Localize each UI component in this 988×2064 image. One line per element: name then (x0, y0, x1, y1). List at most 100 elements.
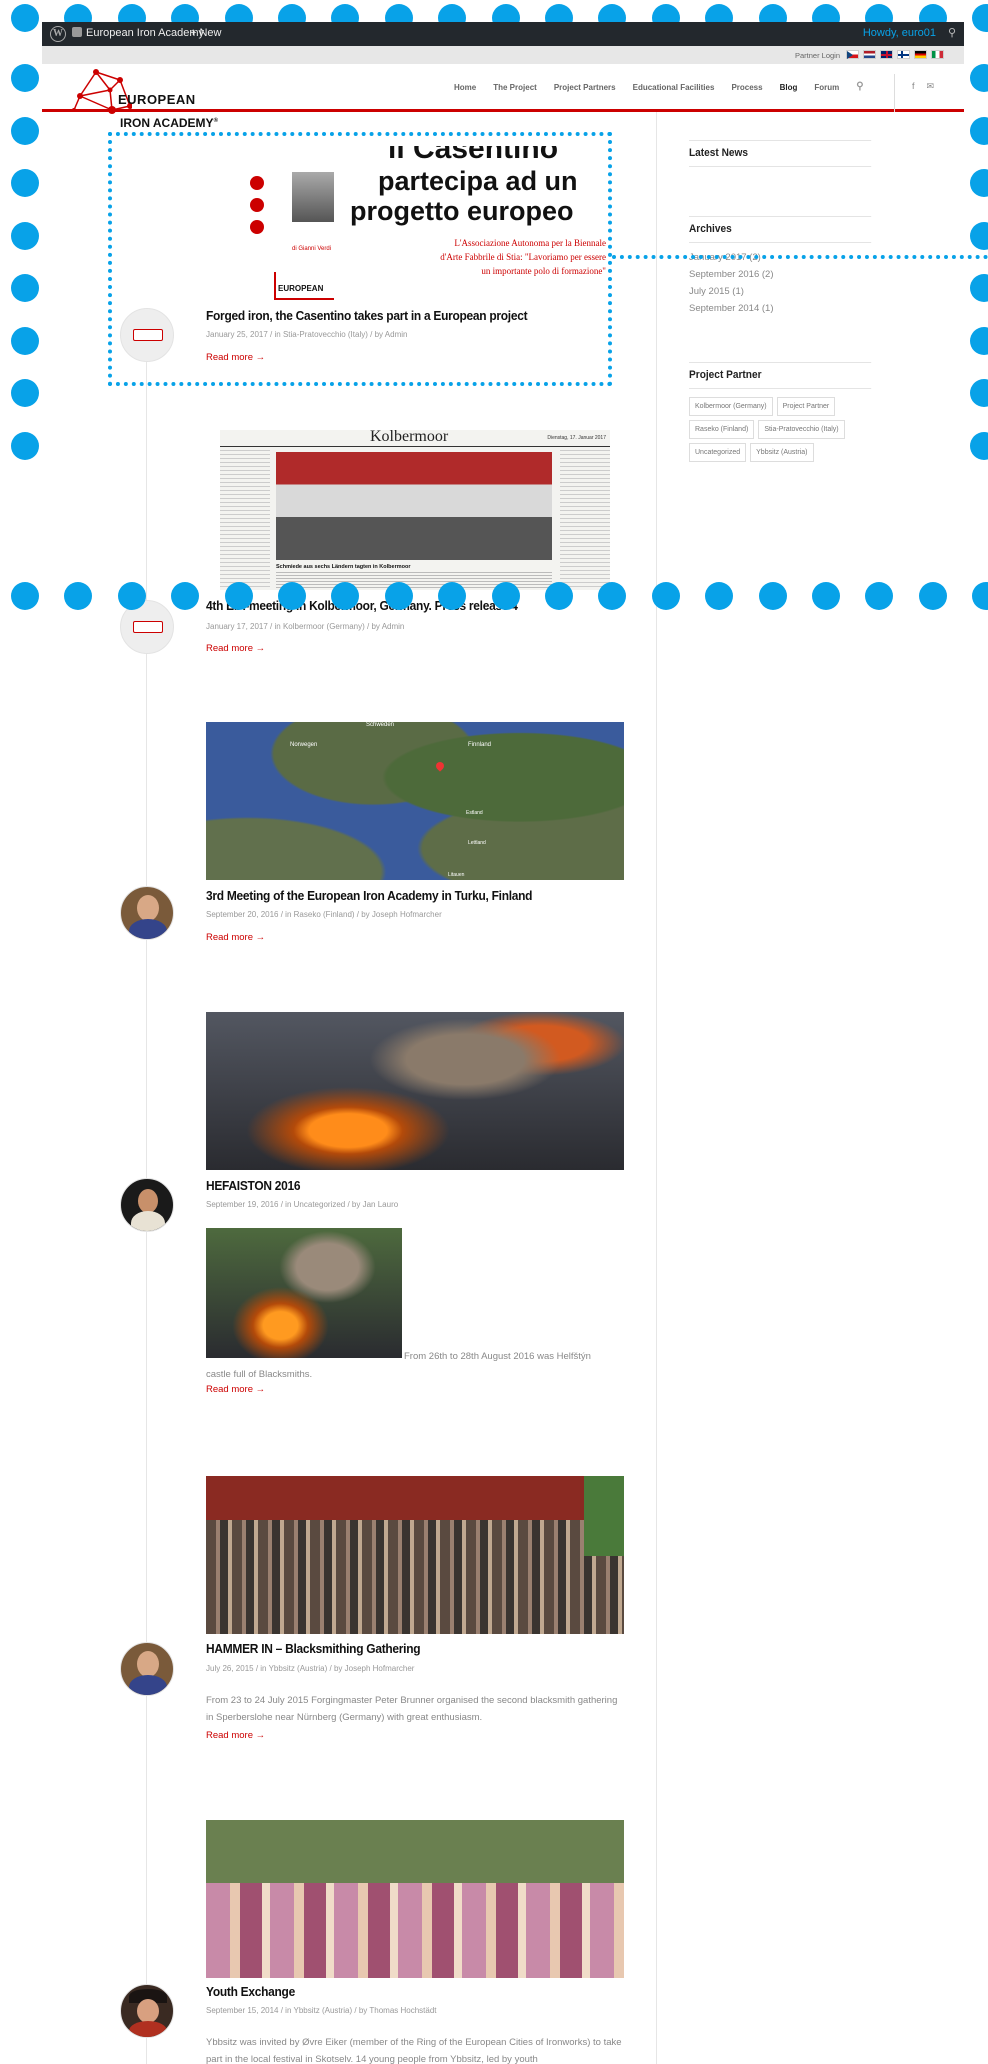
read-more-link[interactable]: Read more → (206, 1384, 265, 1395)
author-avatar[interactable] (120, 1642, 174, 1696)
read-more-link[interactable]: Read more → (206, 1730, 265, 1741)
post-title[interactable]: 3rd Meeting of the European Iron Academy… (206, 888, 602, 903)
overlay-dot (438, 582, 467, 610)
post-author-link[interactable]: Joseph Hofmarcher (345, 1664, 415, 1673)
overlay-dot (11, 116, 39, 145)
flag-gb-icon[interactable] (880, 50, 893, 59)
post-excerpt: From 26th to 28th August 2016 was Helfšt… (404, 1351, 591, 1362)
flag-it-icon[interactable] (931, 50, 944, 59)
search-icon[interactable]: ⚲ (856, 81, 863, 92)
read-more-link[interactable]: Read more → (206, 932, 265, 943)
post-category-link[interactable]: Kolbermoor (Germany) (283, 622, 365, 631)
post-image[interactable] (206, 1476, 624, 1634)
overlay-dot (11, 582, 39, 610)
post-title[interactable]: HAMMER IN – Blacksmithing Gathering (206, 1641, 602, 1656)
wordpress-icon[interactable]: W (50, 26, 66, 42)
nav-forum[interactable]: Forum (814, 83, 839, 92)
nav-the-project[interactable]: The Project (493, 83, 537, 92)
post-category-link[interactable]: Raseko (Finland) (294, 910, 355, 919)
post-author-link[interactable]: Joseph Hofmarcher (372, 910, 442, 919)
author-avatar[interactable] (120, 1984, 174, 2038)
post-category-link[interactable]: Ybbsitz (Austria) (293, 2006, 352, 2015)
post-author-link[interactable]: Thomas Hochstädt (369, 2006, 436, 2015)
youth-group-photo (206, 1820, 624, 1978)
group-photo (206, 1476, 624, 1634)
author-avatar[interactable] (120, 1178, 174, 1232)
post-image[interactable]: Schweden Norwegen Finnland Estland Lettl… (206, 722, 624, 880)
nav-educational-facilities[interactable]: Educational Facilities (633, 83, 715, 92)
post-category-link[interactable]: Ybbsitz (Austria) (269, 1664, 328, 1673)
overlay-dot (705, 582, 734, 610)
tag-link[interactable]: Raseko (Finland) (689, 420, 755, 439)
selection-line (612, 255, 988, 259)
admin-new-link[interactable]: + New (190, 27, 222, 39)
post-excerpt: castle full of Blacksmiths. (206, 1369, 313, 1380)
author-avatar[interactable] (120, 886, 174, 940)
post-meta: January 17, 2017 / in Kolbermoor (German… (206, 622, 405, 631)
archive-link[interactable]: September 2016 (2) (689, 266, 887, 283)
post-author-link[interactable]: Jan Lauro (363, 1200, 399, 1209)
post-author-link[interactable]: Admin (382, 622, 405, 631)
overlay-dot (171, 582, 200, 610)
overlay-dot (970, 379, 988, 407)
logo-line1: EUROPEAN (118, 92, 196, 107)
admin-site-link[interactable]: European Iron Academy (72, 27, 204, 39)
dot-overlay-right (958, 40, 988, 600)
site-logo[interactable]: EUROPEAN IRON ACADEMY® (72, 66, 222, 130)
overlay-dot (970, 431, 988, 460)
overlay-dot (11, 169, 39, 197)
flag-fi-icon[interactable] (897, 50, 910, 59)
dot-overlay-bottom (0, 578, 988, 612)
tag-link[interactable]: Kolbermoor (Germany) (689, 397, 773, 416)
overlay-dot (545, 582, 573, 610)
read-more-link[interactable]: Read more → (206, 643, 265, 654)
overlay-dot (11, 221, 39, 250)
post-excerpt: Ybbsitz was invited by Øvre Eiker (membe… (206, 2037, 622, 2064)
overlay-dot (758, 582, 787, 610)
main-nav: Home The Project Project Partners Educat… (454, 81, 864, 92)
overlay-dot (970, 274, 988, 302)
post-image[interactable] (206, 1012, 624, 1170)
admin-search-icon[interactable]: ⚲ (948, 26, 956, 39)
overlay-dot (970, 326, 988, 355)
sidebar-divider (656, 112, 657, 2064)
overlay-dot (972, 4, 988, 32)
tag-link[interactable]: Stia-Pratovecchio (Italy) (758, 420, 845, 439)
nav-process[interactable]: Process (731, 83, 762, 92)
nav-project-partners[interactable]: Project Partners (554, 83, 616, 92)
inline-image[interactable] (206, 1228, 402, 1358)
overlay-dot (278, 582, 306, 610)
archive-link[interactable]: July 2015 (1) (689, 283, 887, 300)
archives-title: Archives (689, 216, 872, 243)
flag-de-icon[interactable] (914, 50, 927, 59)
tag-link[interactable]: Project Partner (776, 397, 836, 416)
meeting-photo (276, 452, 552, 560)
flag-cz-icon[interactable] (846, 50, 859, 59)
flag-nl-icon[interactable] (863, 50, 876, 59)
page: W European Iron Academy + New Howdy, eur… (0, 0, 988, 2064)
language-flags (846, 50, 944, 59)
post-title[interactable]: Youth Exchange (206, 1984, 602, 1999)
admin-account-link[interactable]: Howdy, euro01 (863, 27, 936, 39)
partner-login-link[interactable]: Partner Login (795, 51, 840, 60)
tag-link[interactable]: Uncategorized (689, 443, 747, 462)
tag-link[interactable]: Ybbsitz (Austria) (750, 443, 814, 462)
blog-post: HEFAISTON 2016 September 19, 2016 / in U… (118, 1012, 638, 1412)
overlay-dot (117, 582, 146, 610)
facebook-icon[interactable]: f (912, 81, 915, 92)
map-image (206, 722, 624, 880)
nav-blog[interactable]: Blog (780, 83, 798, 92)
overlay-dot (11, 274, 39, 302)
nav-home[interactable]: Home (454, 83, 476, 92)
archive-link[interactable]: September 2014 (1) (689, 300, 887, 317)
overlay-dot (970, 169, 988, 197)
post-meta: July 26, 2015 / in Ybbsitz (Austria) / b… (206, 1664, 415, 1673)
dot-overlay-left (0, 40, 50, 600)
post-image[interactable] (206, 1820, 624, 1978)
post-title[interactable]: HEFAISTON 2016 (206, 1178, 602, 1193)
post-category-link[interactable]: Uncategorized (294, 1200, 346, 1209)
mail-icon[interactable]: ✉ (927, 81, 935, 92)
overlay-dot (970, 221, 988, 250)
project-partner-title: Project Partner (689, 362, 872, 389)
post-image[interactable]: Kolbermoor Dienstag, 17. Januar 2017 Sch… (220, 430, 610, 590)
